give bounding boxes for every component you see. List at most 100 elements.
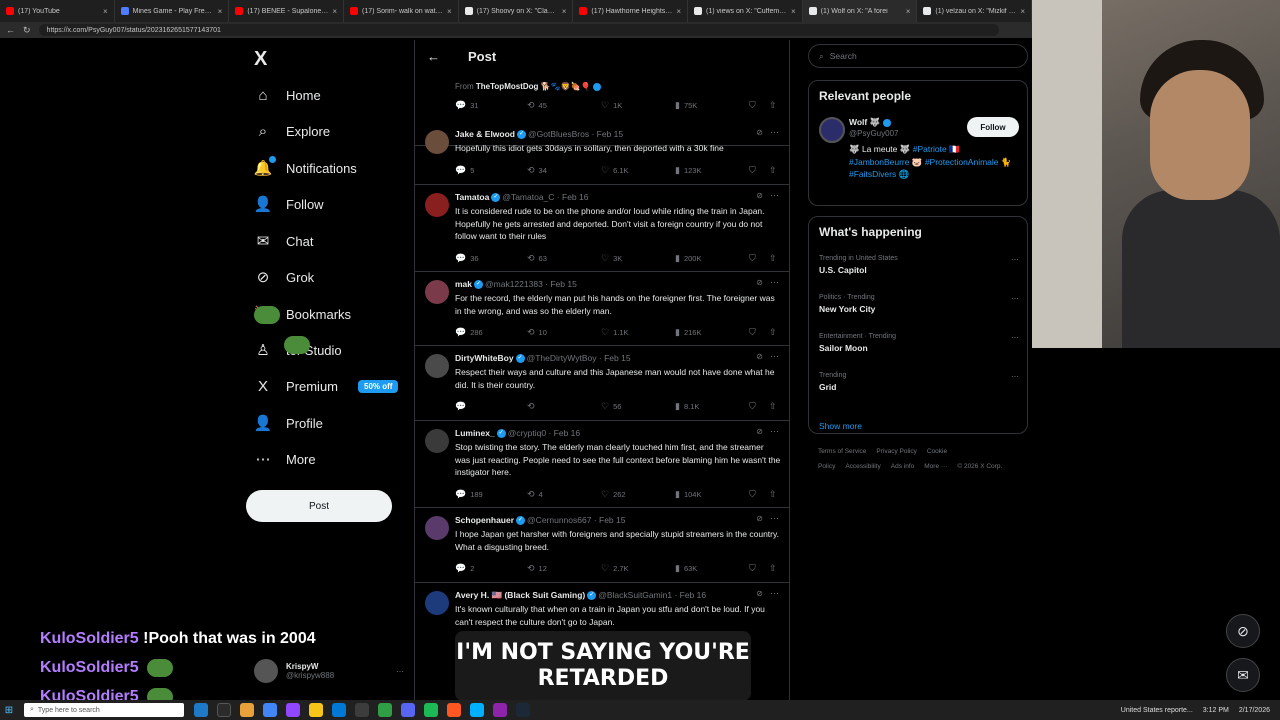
back-nav-icon[interactable]: ← <box>6 25 15 35</box>
views-button[interactable]: ▮ 200K <box>675 253 701 264</box>
browser-tab[interactable]: (1) velzau on X: "Mizkif EXPO × <box>917 0 1033 22</box>
more-options-icon[interactable]: ⋯ <box>770 190 779 201</box>
author-handle[interactable]: @cryptiq0 <box>508 428 546 438</box>
views-button[interactable]: ▮ 104K <box>675 489 701 500</box>
share-button[interactable]: ⇧ <box>769 489 777 500</box>
app-icon[interactable] <box>194 703 208 717</box>
footer-link[interactable]: Accessibility <box>845 463 880 470</box>
more-options-icon[interactable]: ⋯ <box>1011 294 1019 303</box>
reply-tweet[interactable]: DirtyWhiteBoy ✓ @TheDirtyWytBoy · Feb 15 ⊘ ⋯… <box>415 346 789 421</box>
share-button[interactable]: ⇧ <box>769 100 777 111</box>
reply-button[interactable]: 💬 286 <box>455 327 483 338</box>
url-field[interactable]: https://x.com/PsyGuy007/status/202316265… <box>38 24 999 36</box>
reply-tweet[interactable]: Schopenhauer ✓ @Cernunnos667 · Feb 15 ⊘ ⋯ I h… <box>415 508 789 583</box>
avatar[interactable] <box>425 429 449 453</box>
reply-tweet[interactable]: Luminex_ ✓ @cryptiq0 · Feb 16 ⊘ ⋯ Stop twisti… <box>415 421 789 508</box>
reply-button[interactable]: 💬 2 <box>455 563 474 574</box>
bookmark-button[interactable]: ⛉ <box>749 253 756 264</box>
reply-tweet[interactable]: Tamatoa ✓ @Tamatoa_C · Feb 16 ⊘ ⋯ It is consi… <box>415 185 789 272</box>
nav-item-more[interactable]: ⋯ More <box>254 444 316 474</box>
repost-button[interactable]: ⟲ 34 <box>527 165 547 176</box>
app-icon[interactable] <box>447 703 461 717</box>
like-button[interactable]: ♡ 1.1K <box>601 327 629 338</box>
footer-link[interactable]: Privacy Policy <box>876 448 916 455</box>
share-button[interactable]: ⇧ <box>769 563 777 574</box>
avatar[interactable] <box>425 354 449 378</box>
repost-button[interactable]: ⟲ 10 <box>527 327 547 338</box>
more-options-icon[interactable]: ⋯ <box>770 588 779 599</box>
more-options-icon[interactable]: ⋯ <box>1011 372 1019 381</box>
close-tab-icon[interactable]: × <box>906 7 911 16</box>
weather-text[interactable]: United States reporte... <box>1121 707 1193 714</box>
browser-tab[interactable]: (1) Wolf on X: "A forei × <box>802 0 918 22</box>
author-handle[interactable]: @BlackSuitGamin1 <box>598 590 672 600</box>
grok-icon[interactable]: ⊘ <box>756 352 763 361</box>
clock-time[interactable]: 3:12 PM <box>1203 707 1229 714</box>
folder-icon[interactable] <box>309 703 323 717</box>
bookmark-button[interactable]: ⛉ <box>749 563 756 574</box>
grok-icon[interactable]: ⊘ <box>756 427 763 436</box>
close-tab-icon[interactable]: × <box>103 7 108 16</box>
share-button[interactable]: ⇧ <box>769 401 777 412</box>
browser-tab[interactable]: (17) Sorim- walk on water freest × <box>344 0 459 22</box>
avatar[interactable] <box>425 280 449 304</box>
views-button[interactable]: ▮ 8.1K <box>675 401 699 412</box>
grok-icon[interactable]: ⊘ <box>1226 614 1260 648</box>
app-icon[interactable] <box>378 703 392 717</box>
bookmark-button[interactable]: ⛉ <box>749 489 756 500</box>
grok-icon[interactable]: ⊘ <box>756 589 763 598</box>
author-handle[interactable]: @Tamatoa_C <box>502 192 554 202</box>
avatar[interactable] <box>425 516 449 540</box>
like-button[interactable]: ♡ 262 <box>601 489 626 500</box>
browser-tab[interactable]: (17) YouTube × <box>0 0 115 22</box>
more-options-icon[interactable]: ⋯ <box>1011 255 1019 264</box>
nav-item-profile[interactable]: 👤 Profile <box>254 408 323 438</box>
avatar[interactable] <box>425 130 449 154</box>
tweet-date[interactable]: Feb 15 <box>597 129 623 139</box>
author-handle[interactable]: @GotBluesBros <box>528 129 589 139</box>
author-handle[interactable]: @Cernunnos667 <box>527 515 591 525</box>
like-button[interactable]: ♡ 3K <box>601 253 622 264</box>
browser-tab[interactable]: Mines Game - Play Free Social C × <box>115 0 230 22</box>
trend-item[interactable]: Politics · Trending New York City ⋯ <box>819 294 1019 328</box>
repost-button[interactable]: ⟲ 12 <box>527 563 547 574</box>
twitch-icon[interactable] <box>286 703 300 717</box>
repost-button[interactable]: ⟲ <box>527 401 539 412</box>
author-name[interactable]: mak <box>455 279 472 289</box>
nav-item-explore[interactable]: ⌕ Explore <box>254 116 330 146</box>
windows-start-icon[interactable]: ⊞ <box>0 705 18 716</box>
tweet-date[interactable]: Feb 15 <box>599 515 625 525</box>
app-icon[interactable] <box>355 703 369 717</box>
tweet-date[interactable]: Feb 15 <box>604 353 630 363</box>
browser-tab[interactable]: (17) Shoovy on X: "Clan gets amo × <box>459 0 574 22</box>
back-arrow-icon[interactable]: ← <box>427 49 440 64</box>
nav-item-follow[interactable]: 👤 Follow <box>254 189 324 219</box>
footer-link[interactable]: Ads info <box>891 463 915 470</box>
app-icon[interactable] <box>332 703 346 717</box>
grok-icon[interactable]: ⊘ <box>756 128 763 137</box>
nav-item-grok[interactable]: ⊘ Grok <box>254 262 314 292</box>
close-tab-icon[interactable]: × <box>218 7 223 16</box>
account-switcher[interactable]: KrispyW @krispyw888 ⋯ <box>254 656 404 686</box>
grok-icon[interactable]: ⊘ <box>756 278 763 287</box>
browser-tab[interactable]: (17) BENEE - Supalonely ft. Gus D × <box>229 0 345 22</box>
share-button[interactable]: ⇧ <box>769 327 777 338</box>
tweet-date[interactable]: Feb 16 <box>562 192 588 202</box>
person-name[interactable]: Wolf 🐺 <box>849 117 891 128</box>
like-button[interactable]: ♡ 6.1K <box>601 165 629 176</box>
tweet-date[interactable]: Feb 16 <box>554 428 580 438</box>
share-button[interactable]: ⇧ <box>769 253 777 264</box>
close-tab-icon[interactable]: × <box>676 7 681 16</box>
post-button[interactable]: Post <box>246 490 392 522</box>
app-icon[interactable] <box>470 703 484 717</box>
more-options-icon[interactable]: ⋯ <box>770 426 779 437</box>
app-icon[interactable] <box>217 703 231 717</box>
nav-item-home[interactable]: ⌂ Home <box>254 80 320 110</box>
repost-button[interactable]: ⟲ 63 <box>527 253 547 264</box>
messages-icon[interactable]: ✉ <box>1226 658 1260 692</box>
reply-tweet[interactable]: Avery H. 🇺🇸 (Black Suit Gaming) ✓ @BlackSu… <box>415 583 789 700</box>
more-icon[interactable]: ⋯ <box>396 667 404 676</box>
follow-button[interactable]: Follow <box>967 117 1019 137</box>
reply-button[interactable]: 💬 <box>455 401 470 412</box>
like-button[interactable]: ♡ 56 <box>601 401 621 412</box>
